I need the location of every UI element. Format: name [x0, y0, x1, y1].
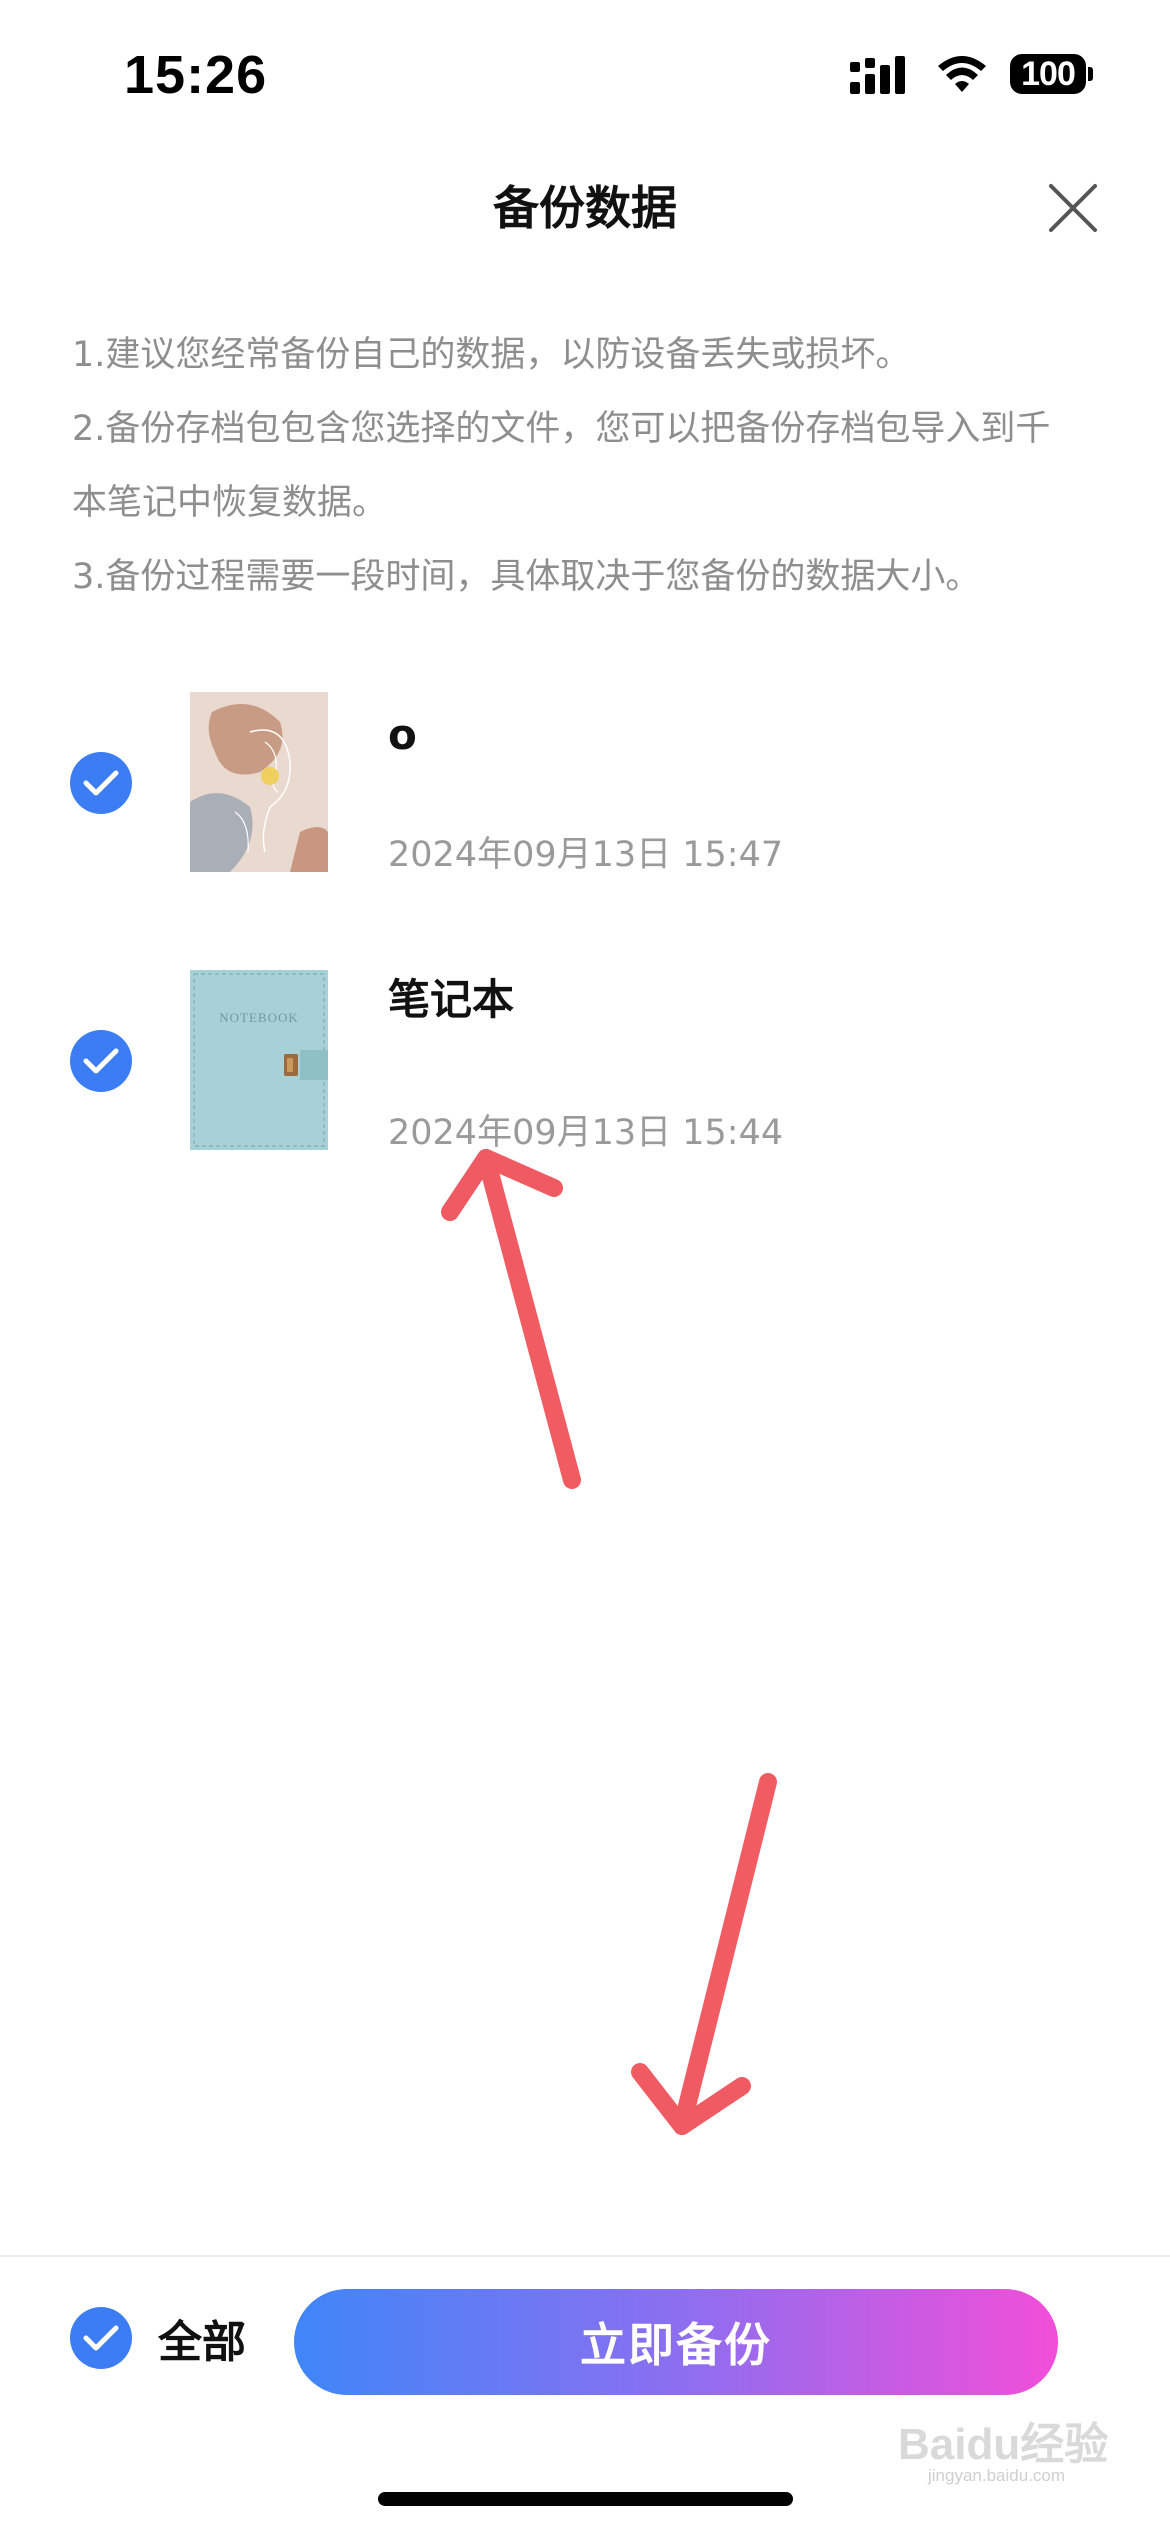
battery-icon: 100 [1010, 54, 1094, 98]
checkmark-icon [83, 1048, 119, 1074]
tip-line-3: 本笔记中恢复数据。 [72, 483, 388, 523]
note-item[interactable]: NOTEBOOK 笔记本 2024年09月13日 15:44 [0, 968, 1170, 1158]
cellular-signal-icon [850, 56, 905, 94]
status-icons: 100 [850, 52, 1095, 100]
annotation-arrow-up [441, 1149, 581, 1489]
baidu-jingyan-watermark: Baidu经验 jingyan.baidu.com [898, 2408, 1118, 2488]
teal-notebook-cover: NOTEBOOK [190, 970, 328, 1150]
note-item[interactable]: o 2024年09月13日 15:47 [0, 690, 1170, 880]
close-button[interactable] [1045, 180, 1101, 236]
watermark-brand: Baidu [898, 2420, 1021, 2469]
note-checkbox[interactable] [70, 1030, 132, 1092]
watermark-url: jingyan.baidu.com [928, 2466, 1066, 2485]
home-indicator[interactable] [378, 2492, 793, 2506]
illustration-cover [190, 692, 328, 872]
watermark-text: 经验 [1020, 2420, 1109, 2469]
select-all-toggle[interactable]: 全部 [70, 2307, 246, 2369]
note-checkbox[interactable] [70, 752, 132, 814]
tip-line-4: 3.备份过程需要一段时间，具体取决于您备份的数据大小。 [72, 557, 981, 597]
backup-tips: 1.建议您经常备份自己的数据，以防设备丢失或损坏。 2.备份存档包包含您选择的文… [72, 318, 1102, 614]
page-title: 备份数据 [493, 181, 677, 235]
checkmark-icon [83, 770, 119, 796]
status-time: 15:26 [124, 45, 268, 105]
backup-now-label: 立即备份 [580, 2318, 772, 2372]
close-icon [1049, 184, 1097, 232]
backup-now-button[interactable]: 立即备份 [294, 2289, 1058, 2395]
select-all-checkbox[interactable] [70, 2307, 132, 2369]
note-title: 笔记本 [388, 975, 515, 1024]
tip-line-1: 1.建议您经常备份自己的数据，以防设备丢失或损坏。 [72, 335, 911, 375]
notebook-cover-text: NOTEBOOK [219, 1010, 299, 1025]
note-title: o [388, 710, 417, 759]
wifi-icon [938, 56, 986, 92]
battery-level: 100 [1021, 54, 1076, 93]
tip-line-2: 2.备份存档包包含您选择的文件，您可以把备份存档包导入到千 [72, 409, 1051, 449]
note-date: 2024年09月13日 15:44 [388, 1113, 784, 1153]
annotation-arrow-down [631, 1773, 777, 2135]
checkmark-icon [83, 2325, 119, 2351]
select-all-label: 全部 [158, 2317, 246, 2368]
note-date: 2024年09月13日 15:47 [388, 835, 784, 875]
